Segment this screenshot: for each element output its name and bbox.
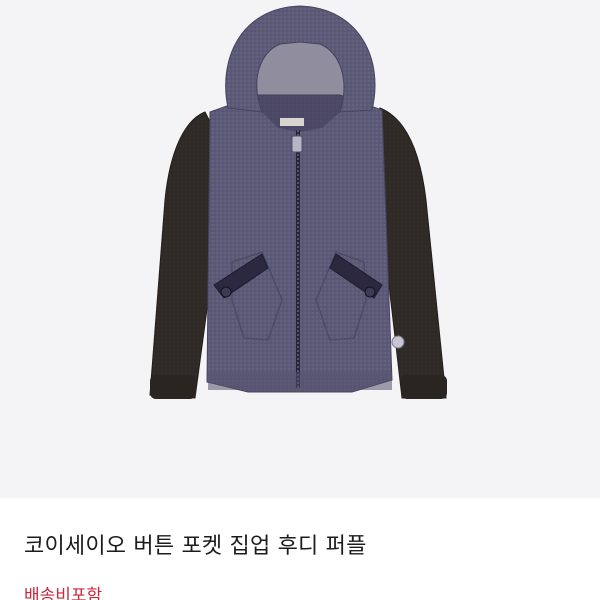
product-image[interactable] — [0, 0, 600, 498]
logo-badge — [391, 335, 405, 349]
shipping-label: 배송비포함 — [24, 586, 103, 600]
hoodie-photo — [149, 5, 447, 399]
product-page: 코이세이오 버튼 포켓 집업 후디 퍼플 배송비포함 — [0, 0, 600, 600]
product-info: 코이세이오 버튼 포켓 집업 후디 퍼플 배송비포함 — [0, 498, 600, 600]
product-title[interactable]: 코이세이오 버튼 포켓 집업 후디 퍼플 — [24, 528, 367, 560]
